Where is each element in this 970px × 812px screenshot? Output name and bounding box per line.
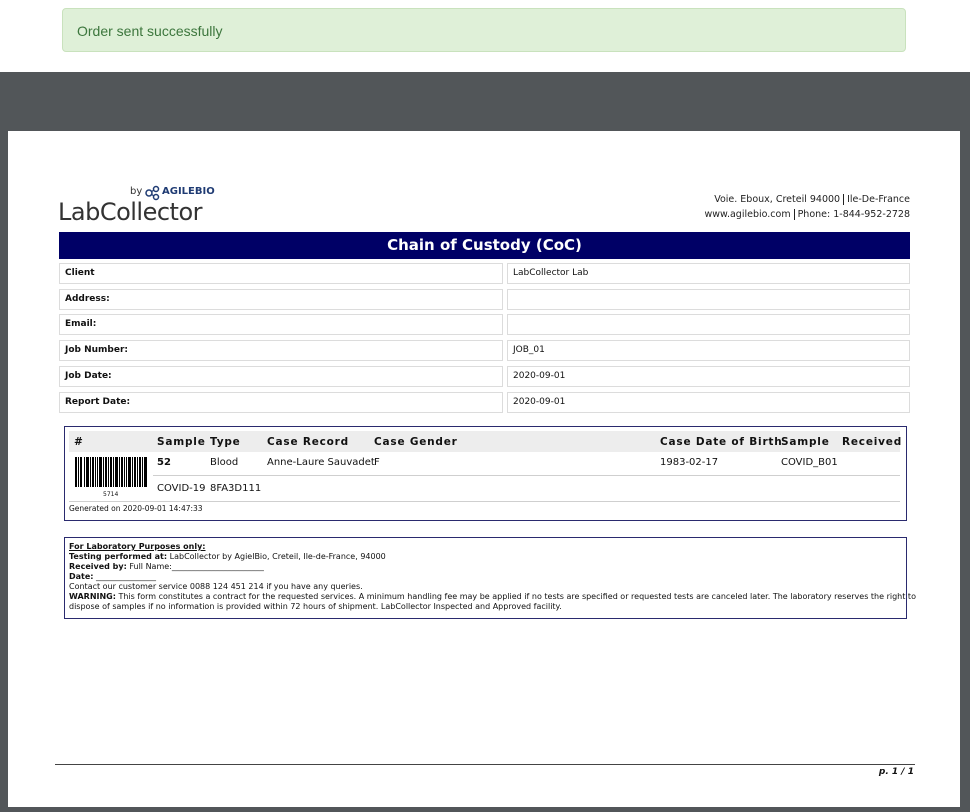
contact-line: Contact our customer service 0088 124 45… [69,582,363,591]
field-value-client: LabCollector Lab [507,263,910,284]
sample-id: 52 [157,457,171,468]
table-bottom-divider [69,501,900,502]
company-contact: Voie. Eboux, Creteil 94000 Ile-De-France … [705,192,910,222]
warning-text-2: dispose of samples if no information is … [69,602,562,611]
success-alert-message: Order sent successfully [77,23,223,39]
testing-label: Testing performed at: [69,552,168,561]
field-value-report-date: 2020-09-01 [507,392,910,413]
received-label: Received by: [69,562,127,571]
field-value-job-number: JOB_01 [507,340,910,361]
field-label-address: Address: [59,289,503,310]
sample-case-dob: 1983-02-17 [660,457,719,468]
footer-divider [55,764,915,765]
sample-case-gender: F [374,457,380,468]
warning-label: WARNING: [69,592,116,601]
barcode-icon [75,457,147,487]
samples-table-header: # Sample Type Case Record Case Gender Ca… [69,431,903,452]
field-label-job-date: Job Date: [59,366,503,387]
logo-brand-text: LabCollector [58,198,203,226]
field-label-job-number: Job Number: [59,340,503,361]
field-label-client: Client [59,263,503,284]
col-header-case-gender: Case Gender [374,436,458,448]
col-header-case-dob: Case Date of Birth [660,436,783,448]
col-header-sample: Sample [157,436,206,448]
pdf-page: by AGILEBIO LabCollector Voie. Eboux, Cr… [8,131,960,807]
warning-text-1: This form constitutes a contract for the… [118,592,916,601]
sample-type: Blood [210,457,239,468]
field-label-email: Email: [59,314,503,335]
barcode-number: 5714 [103,491,119,498]
form-title: Chain of Custody (CoC) [59,232,910,259]
received-value: Full Name:_______________________ [129,562,264,571]
page-number: p. 1 / 1 [878,767,914,777]
sample-code: 8FA3D111 [210,483,262,494]
generated-timestamp: Generated on 2020-09-01 14:47:33 [69,504,203,513]
col-header-sample-2: Sample [781,436,830,448]
field-value-address [507,289,910,310]
samples-table: # Sample Type Case Record Case Gender Ca… [64,426,907,521]
date-value: _______________ [96,572,157,581]
date-label: Date: [69,572,94,581]
field-label-report-date: Report Date: [59,392,503,413]
success-alert: Order sent successfully [62,8,906,52]
sample-case-record: Anne-Laure Sauvadet [267,457,375,468]
company-region: Ile-De-France [847,194,910,205]
col-header-received: Received [842,436,903,448]
field-value-job-date: 2020-09-01 [507,366,910,387]
sample-test: COVID-19 [157,483,206,494]
col-header-case-record: Case Record [267,436,349,448]
lab-purposes-box: For Laboratory Purposes only: Testing pe… [64,537,916,619]
testing-value: LabCollector by AgielBio, Creteil, Ile-d… [169,552,386,561]
logo-by-text: by [130,186,143,197]
sample-name: COVID_B01 [781,457,838,468]
row-divider [153,475,900,476]
company-website: www.agilebio.com [704,209,791,220]
company-address: Voie. Eboux, Creteil 94000 [714,194,841,205]
company-phone: Phone: 1-844-952-2728 [797,209,910,220]
col-header-type: Type [210,436,241,448]
col-header-number: # [74,436,84,448]
field-value-email [507,314,910,335]
pdf-viewer[interactable]: by AGILEBIO LabCollector Voie. Eboux, Cr… [0,72,970,812]
lab-heading: For Laboratory Purposes only: [69,542,206,551]
labcollector-logo: by AGILEBIO LabCollector [58,185,228,226]
logo-agilebio-text: AGILEBIO [162,186,215,197]
